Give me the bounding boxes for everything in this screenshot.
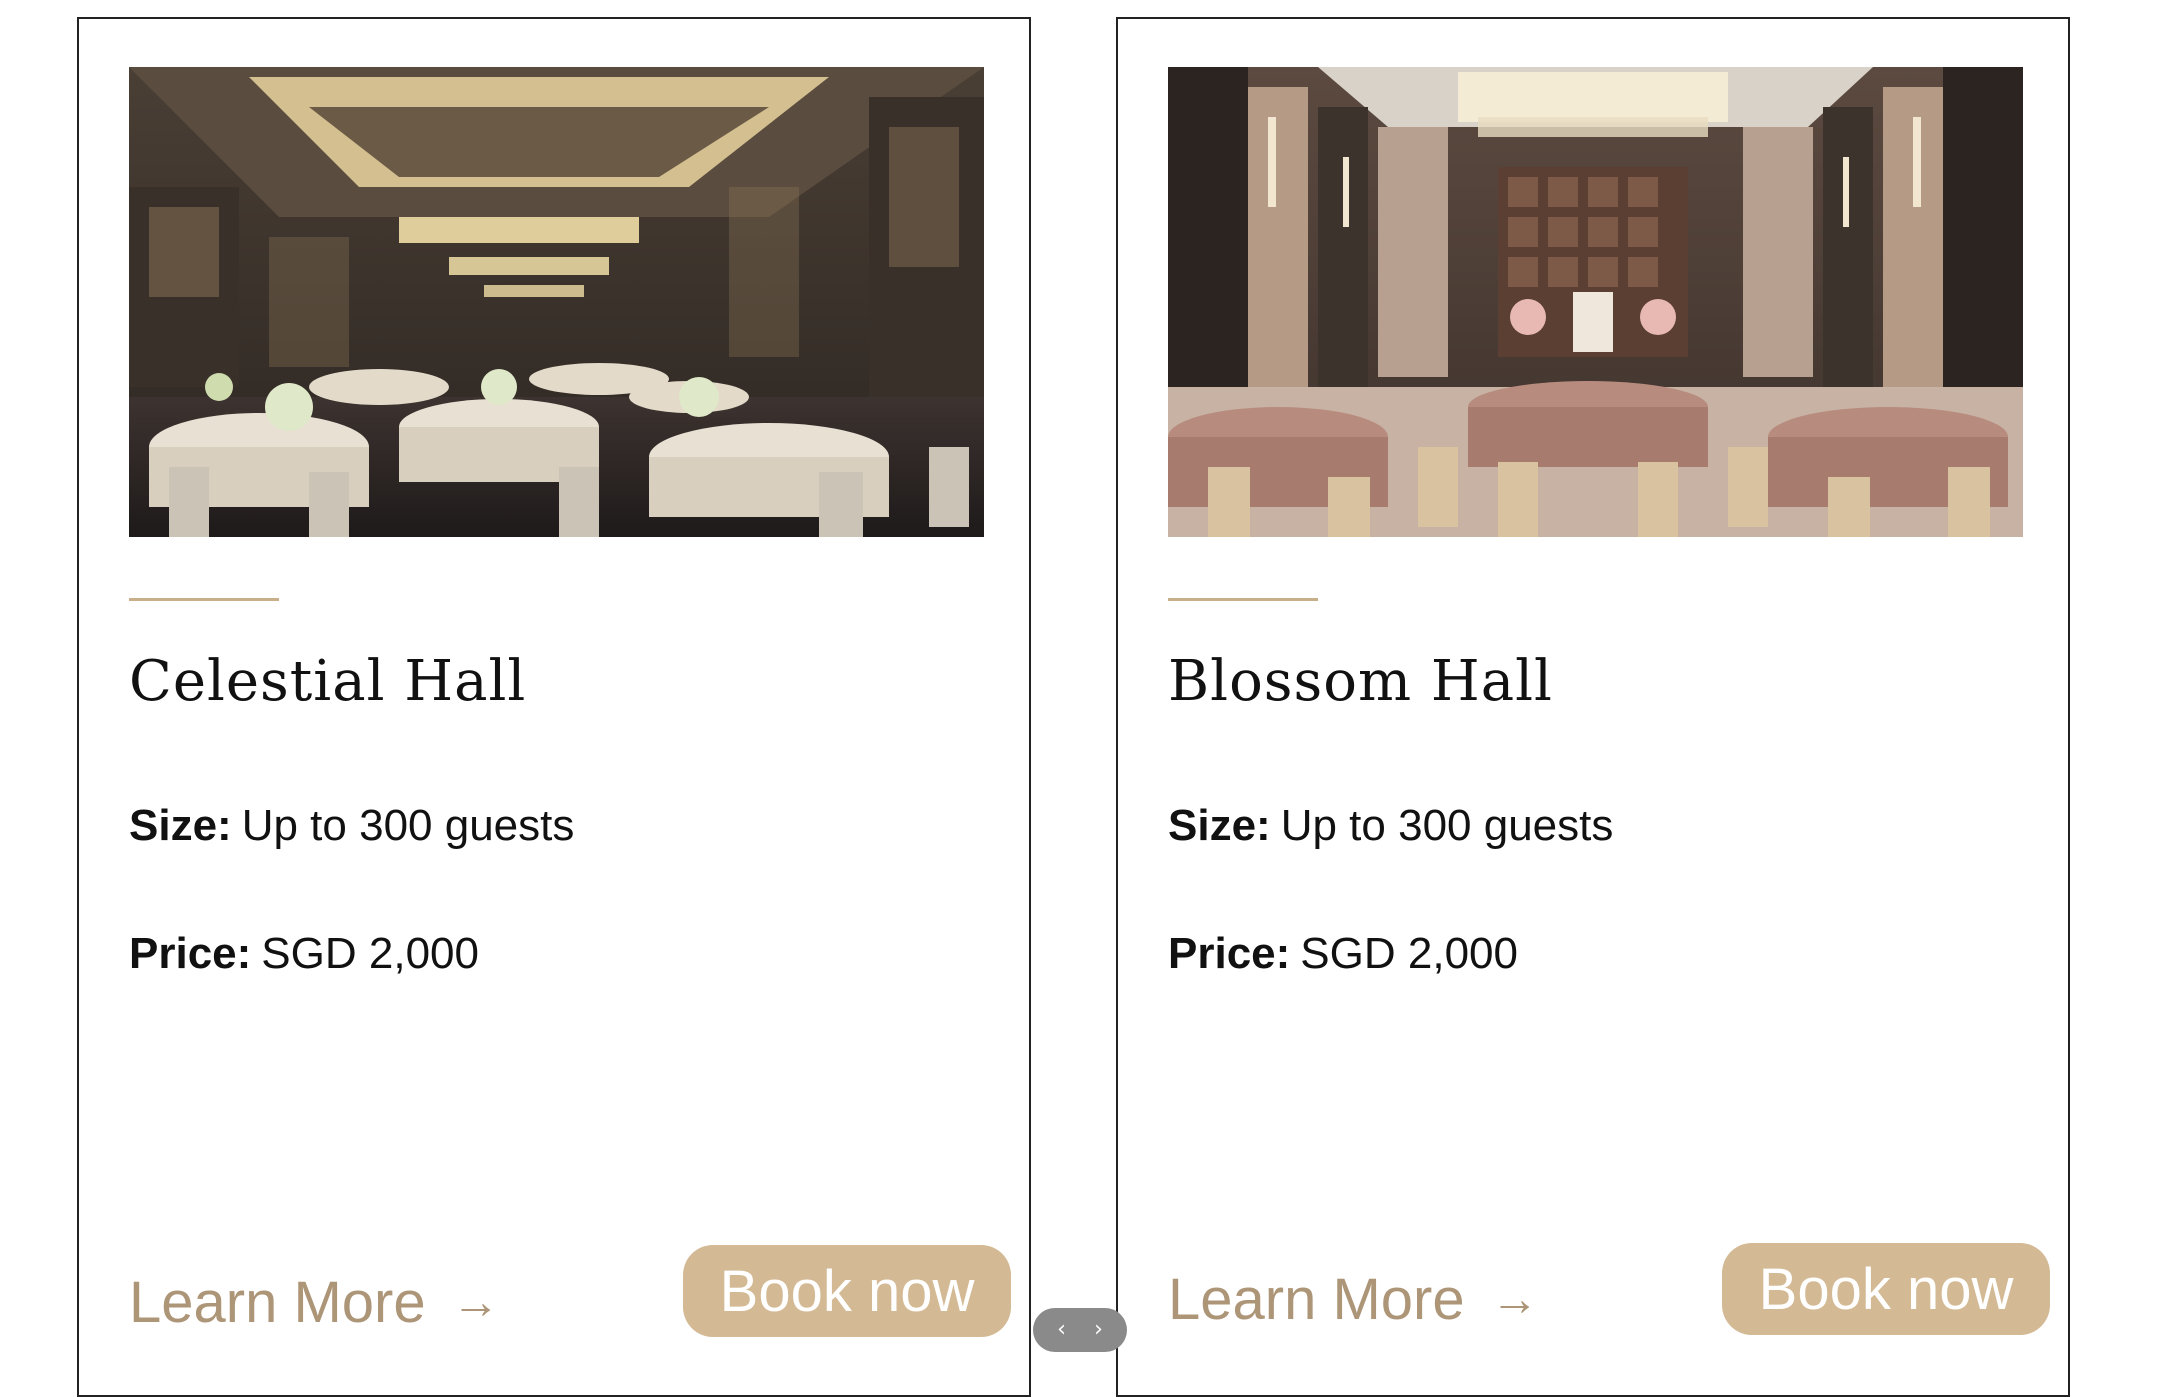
book-now-button[interactable]: Book now	[1722, 1243, 2050, 1335]
learn-more-label: Learn More	[129, 1270, 426, 1335]
price-label: Price:	[129, 929, 252, 978]
chevron-left-icon[interactable]: ‹	[1048, 1316, 1076, 1344]
venue-photo-ballroom	[1168, 67, 2023, 537]
size-label: Size:	[1168, 801, 1271, 850]
arrow-right-icon: →	[1490, 1273, 1539, 1326]
arrow-right-icon: →	[451, 1276, 500, 1329]
hall-title: Celestial Hall	[129, 649, 527, 714]
venue-card-blossom-hall: Blossom Hall Size: Up to 300 guests Price…	[1116, 17, 2070, 1397]
title-divider	[1168, 598, 1318, 601]
venue-photo-ballroom	[129, 67, 984, 537]
learn-more-link[interactable]: Learn More →	[129, 1269, 500, 1336]
size-info: Size: Up to 300 guests	[129, 801, 574, 851]
venue-card-celestial-hall: Celestial Hall Size: Up to 300 guests Pri…	[77, 17, 1031, 1397]
hall-title: Blossom Hall	[1168, 649, 1553, 714]
price-info: Price: SGD 2,000	[129, 929, 479, 979]
size-label: Size:	[129, 801, 232, 850]
chevron-right-icon[interactable]: ›	[1085, 1316, 1113, 1344]
size-info: Size: Up to 300 guests	[1168, 801, 1613, 851]
price-info: Price: SGD 2,000	[1168, 929, 1518, 979]
carousel-nav: ‹ ›	[1033, 1308, 1127, 1352]
price-label: Price:	[1168, 929, 1291, 978]
title-divider	[129, 598, 279, 601]
size-value: Up to 300 guests	[241, 801, 575, 850]
price-value: SGD 2,000	[261, 929, 479, 978]
book-now-button[interactable]: Book now	[683, 1245, 1011, 1337]
size-value: Up to 300 guests	[1280, 801, 1614, 850]
learn-more-link[interactable]: Learn More →	[1168, 1266, 1539, 1333]
price-value: SGD 2,000	[1300, 929, 1518, 978]
learn-more-label: Learn More	[1168, 1267, 1465, 1332]
